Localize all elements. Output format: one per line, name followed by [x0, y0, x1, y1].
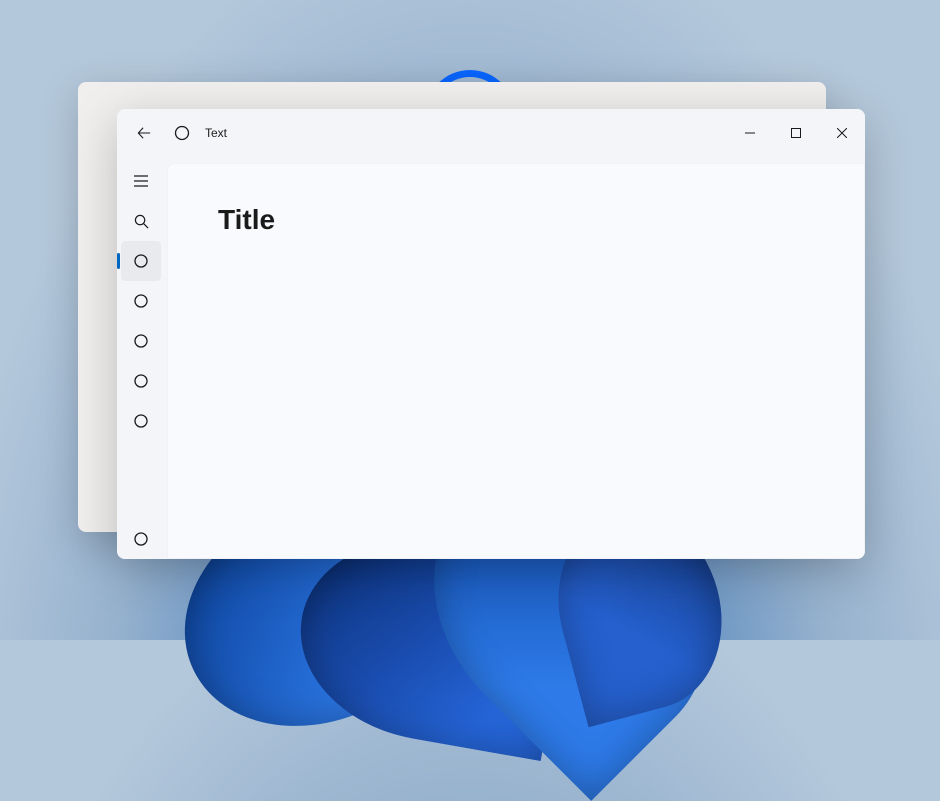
maximize-button[interactable]: [773, 109, 819, 157]
app-window: Text: [117, 109, 865, 559]
content-area: Title: [165, 157, 865, 559]
nav-item-1[interactable]: [121, 241, 161, 281]
nav-item-footer[interactable]: [117, 519, 165, 559]
content-card: Title: [167, 163, 865, 559]
window-body: Title: [117, 157, 865, 559]
search-button[interactable]: [117, 201, 165, 241]
nav-item-3[interactable]: [117, 321, 165, 361]
nav-toggle-button[interactable]: [117, 161, 165, 201]
back-button[interactable]: [125, 114, 163, 152]
page-title: Title: [218, 204, 814, 236]
minimize-button[interactable]: [727, 109, 773, 157]
caption-buttons: [727, 109, 865, 157]
titlebar: Text: [117, 109, 865, 157]
nav-item-2[interactable]: [117, 281, 165, 321]
nav-item-4[interactable]: [117, 361, 165, 401]
nav-sidebar: [117, 157, 165, 559]
close-button[interactable]: [819, 109, 865, 157]
nav-item-5[interactable]: [117, 401, 165, 441]
window-title: Text: [205, 126, 227, 140]
app-icon: [163, 114, 201, 152]
